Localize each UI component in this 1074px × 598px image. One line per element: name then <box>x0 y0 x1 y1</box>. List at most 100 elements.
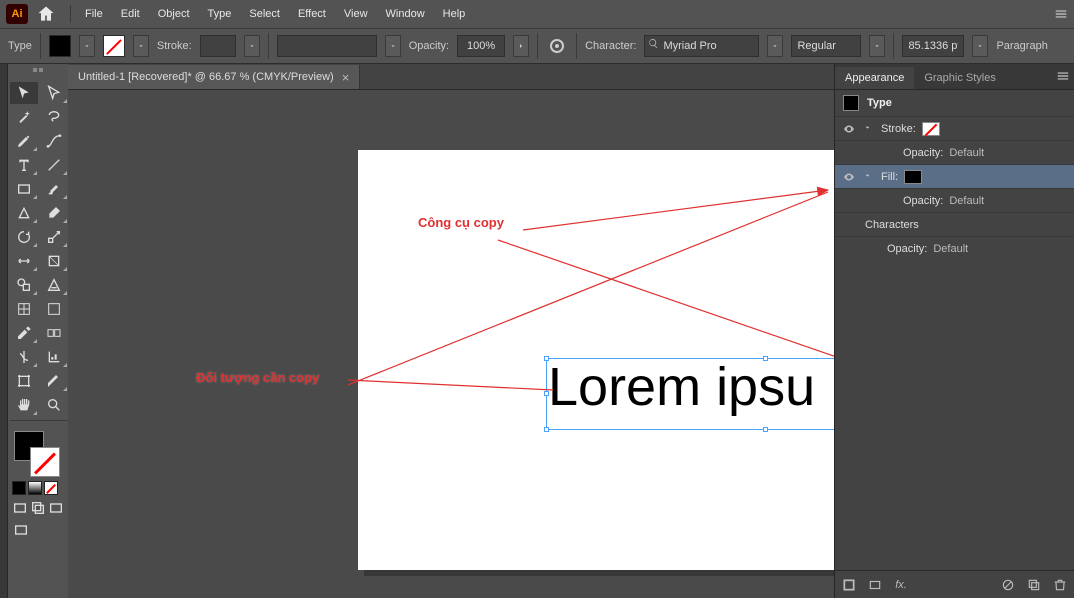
eraser-tool[interactable] <box>40 202 68 224</box>
color-mode-solid[interactable] <box>12 481 26 495</box>
pen-tool[interactable] <box>10 130 38 152</box>
visibility-toggle-icon[interactable] <box>841 171 857 183</box>
font-style-dropdown[interactable] <box>869 35 885 57</box>
line-segment-tool[interactable] <box>40 154 68 176</box>
add-stroke-icon[interactable] <box>841 577 857 593</box>
appearance-stroke-row[interactable]: Stroke: <box>835 116 1074 140</box>
tab-appearance[interactable]: Appearance <box>835 67 914 89</box>
screen-mode-icon[interactable] <box>12 521 30 539</box>
perspective-grid-tool[interactable] <box>40 274 68 296</box>
home-icon[interactable] <box>36 4 56 24</box>
mesh-tool[interactable] <box>10 298 38 320</box>
scale-tool[interactable] <box>40 226 68 248</box>
rotate-tool[interactable] <box>10 226 38 248</box>
appearance-opacity-row[interactable]: Opacity: Default <box>835 236 1074 260</box>
font-size-dropdown[interactable] <box>972 35 988 57</box>
opacity-label: Opacity: <box>409 40 449 52</box>
canvas[interactable]: Lorem ipsu Công cụ copy Đối tượng cần co… <box>68 90 834 598</box>
duplicate-item-icon[interactable] <box>1026 577 1042 593</box>
free-transform-tool[interactable] <box>40 250 68 272</box>
delete-item-icon[interactable] <box>1052 577 1068 593</box>
menu-effect[interactable]: Effect <box>290 4 334 24</box>
eyedropper-tool[interactable] <box>10 322 38 344</box>
font-family-input[interactable] <box>644 35 759 57</box>
paragraph-label[interactable]: Paragraph <box>996 40 1047 52</box>
menu-object[interactable]: Object <box>150 4 198 24</box>
hand-tool[interactable] <box>10 394 38 416</box>
menu-help[interactable]: Help <box>435 4 474 24</box>
brush-dropdown[interactable] <box>385 35 401 57</box>
blend-tool[interactable] <box>40 322 68 344</box>
direct-selection-tool[interactable] <box>40 82 68 104</box>
clear-appearance-icon[interactable] <box>1000 577 1016 593</box>
font-family-field[interactable] <box>644 35 759 57</box>
stroke-weight-input[interactable] <box>200 35 236 57</box>
draw-inside-icon[interactable] <box>48 499 64 517</box>
menu-view[interactable]: View <box>336 4 376 24</box>
opacity-input[interactable] <box>457 35 505 57</box>
shaper-tool[interactable] <box>10 202 38 224</box>
recolor-icon[interactable] <box>546 35 568 57</box>
dock-edge-left[interactable] <box>0 64 8 598</box>
expand-icon[interactable] <box>863 171 875 183</box>
tools-drag-handle[interactable] <box>8 68 68 78</box>
stroke-swatch[interactable] <box>103 35 125 57</box>
color-mode-gradient[interactable] <box>28 481 42 495</box>
menu-file[interactable]: File <box>77 4 111 24</box>
width-tool[interactable] <box>10 250 38 272</box>
panel-tab-bar: Appearance Graphic Styles <box>835 64 1074 90</box>
stroke-label: Stroke: <box>157 40 192 52</box>
draw-normal-icon[interactable] <box>12 499 28 517</box>
paintbrush-tool[interactable] <box>40 178 68 200</box>
stroke-color-swatch[interactable] <box>30 447 60 477</box>
fill-color-swatch[interactable] <box>904 170 922 184</box>
text-object[interactable]: Lorem ipsu <box>548 360 834 430</box>
tab-graphic-styles[interactable]: Graphic Styles <box>914 67 1006 89</box>
close-icon[interactable]: × <box>342 70 350 85</box>
panel-menu-icon[interactable] <box>1056 69 1070 86</box>
expand-icon[interactable] <box>863 123 875 135</box>
appearance-fill-row[interactable]: Fill: <box>835 164 1074 188</box>
brush-definition-input[interactable] <box>277 35 377 57</box>
tools-panel <box>8 64 68 598</box>
symbol-sprayer-tool[interactable] <box>10 346 38 368</box>
fill-swatch[interactable] <box>49 35 71 57</box>
document-tab[interactable]: Untitled-1 [Recovered]* @ 66.67 % (CMYK/… <box>68 65 360 89</box>
menubar-overflow-icon[interactable] <box>1052 0 1070 28</box>
stroke-swatch-dropdown[interactable] <box>133 35 149 57</box>
stroke-weight-dropdown[interactable] <box>244 35 260 57</box>
fill-swatch-dropdown[interactable] <box>79 35 95 57</box>
color-mode-none[interactable] <box>44 481 58 495</box>
appearance-characters-row[interactable]: Characters <box>835 212 1074 236</box>
slice-tool[interactable] <box>40 370 68 392</box>
font-style-input[interactable] <box>791 35 861 57</box>
column-graph-tool[interactable] <box>40 346 68 368</box>
artboard-tool[interactable] <box>10 370 38 392</box>
shape-builder-tool[interactable] <box>10 274 38 296</box>
appearance-fill-opacity-row[interactable]: Opacity: Default <box>835 188 1074 212</box>
lasso-tool[interactable] <box>40 106 68 128</box>
add-fill-icon[interactable] <box>867 577 883 593</box>
selection-tool[interactable] <box>10 82 38 104</box>
opacity-row-label: Opacity: <box>903 195 943 207</box>
type-tool[interactable] <box>10 154 38 176</box>
font-family-dropdown[interactable] <box>767 35 783 57</box>
stroke-color-swatch[interactable] <box>922 122 940 136</box>
curvature-tool[interactable] <box>40 130 68 152</box>
rectangle-tool[interactable] <box>10 178 38 200</box>
zoom-tool[interactable] <box>40 394 68 416</box>
magic-wand-tool[interactable] <box>10 106 38 128</box>
draw-behind-icon[interactable] <box>30 499 46 517</box>
font-size-input[interactable] <box>902 35 964 57</box>
opacity-dropdown[interactable] <box>513 35 529 57</box>
visibility-toggle-icon[interactable] <box>841 123 857 135</box>
fill-stroke-swatch[interactable] <box>8 429 68 475</box>
menu-select[interactable]: Select <box>241 4 288 24</box>
menu-type[interactable]: Type <box>200 4 240 24</box>
add-effect-label[interactable]: fx. <box>893 577 909 593</box>
appearance-stroke-opacity-row[interactable]: Opacity: Default <box>835 140 1074 164</box>
menu-window[interactable]: Window <box>378 4 433 24</box>
menu-edit[interactable]: Edit <box>113 4 148 24</box>
gradient-tool[interactable] <box>40 298 68 320</box>
menu-items: File Edit Object Type Select Effect View… <box>77 4 473 24</box>
